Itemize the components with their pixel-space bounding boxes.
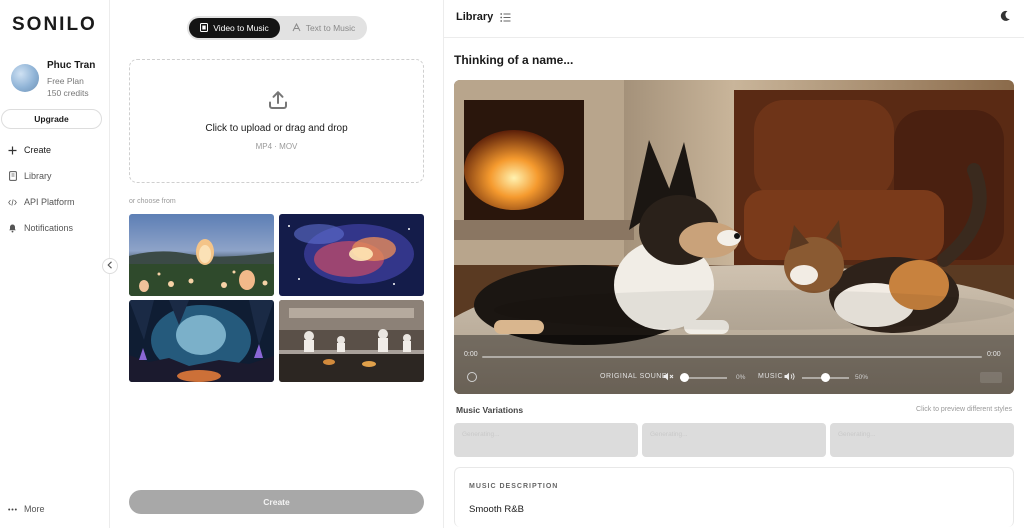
creator-panel: Video to Music Text to Music Click to up… bbox=[110, 0, 444, 528]
library-header: Library bbox=[444, 0, 1024, 38]
original-sound-label: ORIGINAL SOUND bbox=[600, 373, 668, 380]
sidebar-item-api-platform[interactable]: API Platform bbox=[8, 195, 75, 209]
upload-dropzone[interactable]: Click to upload or drag and drop MP4 · M… bbox=[129, 59, 424, 183]
sample-thumbnail-nebula[interactable] bbox=[279, 214, 424, 296]
sidebar-item-label: More bbox=[24, 504, 45, 514]
create-button[interactable]: Create bbox=[129, 490, 424, 514]
sidebar-item-library[interactable]: Library bbox=[8, 169, 52, 183]
tab-label: Video to Music bbox=[213, 23, 269, 33]
collapse-sidebar-button[interactable] bbox=[102, 258, 118, 274]
video-icon bbox=[200, 22, 209, 34]
original-sound-percent: 0% bbox=[736, 374, 746, 381]
user-credits: 150 credits bbox=[47, 88, 89, 98]
sidebar-item-more[interactable]: More bbox=[8, 502, 45, 516]
ellipsis-icon bbox=[8, 504, 17, 514]
app-root: SONILO Phuc Tran Free Plan 150 credits U… bbox=[0, 0, 1024, 528]
logo: SONILO bbox=[12, 14, 97, 35]
variation-card[interactable]: Generating... bbox=[830, 423, 1014, 457]
variation-card[interactable]: Generating... bbox=[454, 423, 638, 457]
sidebar-item-label: Library bbox=[24, 171, 52, 181]
sample-thumbnail-crystal-cave[interactable] bbox=[129, 300, 274, 382]
tab-text-to-music[interactable]: Text to Music bbox=[282, 18, 365, 38]
music-volume-percent: 50% bbox=[855, 374, 869, 381]
volume-icon[interactable] bbox=[784, 372, 795, 383]
loading-spinner-icon[interactable] bbox=[467, 372, 477, 382]
progress-bar[interactable] bbox=[482, 356, 982, 358]
sample-thumbnail-kitchen[interactable] bbox=[279, 300, 424, 382]
original-sound-knob[interactable] bbox=[680, 373, 689, 382]
variations-hint: Click to preview different styles bbox=[916, 406, 1012, 413]
text-icon bbox=[292, 22, 301, 34]
description-label: MUSIC DESCRIPTION bbox=[469, 483, 559, 490]
moon-icon[interactable] bbox=[999, 10, 1011, 22]
sidebar-item-label: API Platform bbox=[24, 197, 75, 207]
music-description-card: MUSIC DESCRIPTION Smooth R&B bbox=[454, 467, 1014, 527]
choose-label: or choose from bbox=[129, 198, 176, 205]
mode-toggle: Video to Music Text to Music bbox=[187, 16, 367, 40]
book-icon bbox=[8, 171, 17, 181]
variation-status: Generating... bbox=[650, 431, 688, 438]
video-frame bbox=[454, 80, 1014, 394]
variation-status: Generating... bbox=[462, 431, 500, 438]
upgrade-button[interactable]: Upgrade bbox=[1, 109, 102, 129]
library-panel: Library Thinking of a name... 0:00 0:00 … bbox=[444, 0, 1024, 528]
library-title: Library bbox=[456, 11, 494, 23]
music-volume-label: MUSIC bbox=[758, 373, 784, 380]
sidebar-item-label: Notifications bbox=[24, 223, 74, 233]
current-time: 0:00 bbox=[464, 351, 478, 358]
user-plan: Free Plan bbox=[47, 76, 84, 86]
variations-title: Music Variations bbox=[456, 405, 524, 415]
chevron-left-icon bbox=[107, 261, 113, 271]
fullscreen-button[interactable] bbox=[980, 372, 1002, 383]
user-name: Phuc Tran bbox=[47, 60, 96, 71]
upload-title: Click to upload or drag and drop bbox=[205, 123, 348, 134]
description-value: Smooth R&B bbox=[469, 504, 524, 515]
sidebar-item-notifications[interactable]: Notifications bbox=[8, 221, 73, 235]
volume-muted-icon[interactable] bbox=[663, 372, 674, 383]
code-icon bbox=[8, 197, 17, 207]
sidebar: SONILO Phuc Tran Free Plan 150 credits U… bbox=[0, 0, 110, 528]
tab-label: Text to Music bbox=[305, 23, 356, 33]
duration: 0:00 bbox=[987, 351, 1001, 358]
variation-status: Generating... bbox=[838, 431, 876, 438]
tab-video-to-music[interactable]: Video to Music bbox=[189, 18, 280, 38]
sidebar-item-create[interactable]: Create bbox=[8, 143, 51, 157]
avatar[interactable] bbox=[11, 64, 39, 92]
video-player[interactable]: 0:00 0:00 ORIGINAL SOUND 0% MUSIC 50% bbox=[454, 80, 1014, 394]
list-icon[interactable] bbox=[500, 12, 511, 23]
bell-icon bbox=[8, 223, 17, 233]
sample-thumbnail-sky-lanterns[interactable] bbox=[129, 214, 274, 296]
music-volume-knob[interactable] bbox=[821, 373, 830, 382]
plus-icon bbox=[8, 145, 17, 155]
upload-formats: MP4 · MOV bbox=[255, 142, 298, 151]
variation-card[interactable]: Generating... bbox=[642, 423, 826, 457]
sidebar-item-label: Create bbox=[24, 145, 52, 155]
track-title: Thinking of a name... bbox=[454, 53, 574, 67]
upload-icon bbox=[269, 91, 287, 109]
